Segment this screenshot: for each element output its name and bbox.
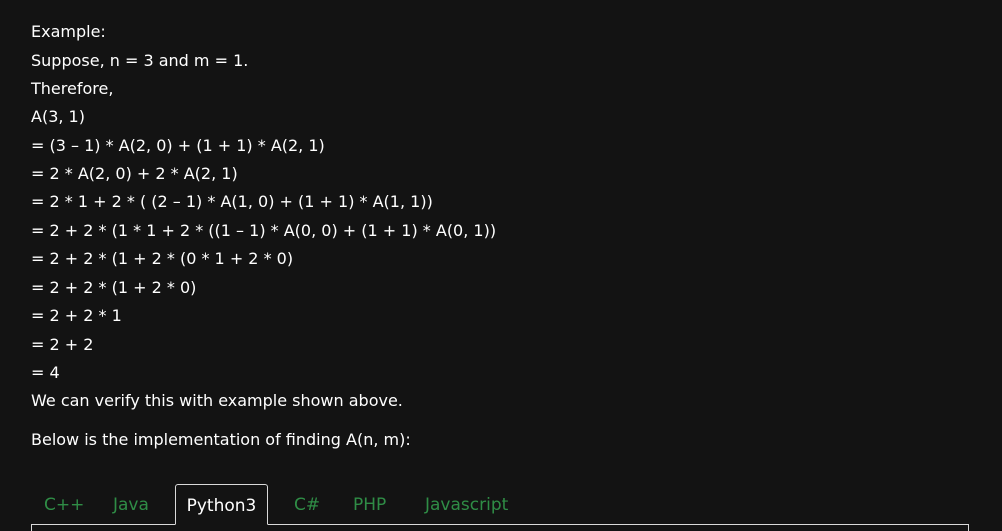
formula-result: = 4 [31,363,60,382]
formula-line: = 2 + 2 [31,335,94,354]
formula-line: = 2 * A(2, 0) + 2 * A(2, 1) [31,164,238,183]
formula-line: = (3 – 1) * A(2, 0) + (1 + 1) * A(2, 1) [31,136,325,155]
formula-line: = 2 * 1 + 2 * ( (2 – 1) * A(1, 0) + (1 +… [31,192,433,211]
code-panel [31,524,969,531]
verification-text: We can verify this with example shown ab… [31,391,403,410]
formula-line: = 2 + 2 * (1 + 2 * (0 * 1 + 2 * 0) [31,249,294,268]
implementation-intro: Below is the implementation of finding A… [31,430,411,449]
tab-csharp[interactable]: C# [294,484,320,524]
formula-line: = 2 + 2 * (1 + 2 * 0) [31,278,197,297]
formula-line: A(3, 1) [31,107,85,126]
example-premise: Suppose, n = 3 and m = 1. [31,51,249,70]
tab-php[interactable]: PHP [353,484,386,524]
text-line: Therefore, [31,79,114,98]
formula-line: = 2 + 2 * 1 [31,306,122,325]
tab-javascript[interactable]: Javascript [425,484,508,524]
formula-line: = 2 + 2 * (1 * 1 + 2 * ((1 – 1) * A(0, 0… [31,221,497,240]
example-heading: Example: [31,22,106,41]
tab-python3[interactable]: Python3 [175,484,268,525]
tab-cpp[interactable]: C++ [44,484,84,524]
tab-java[interactable]: Java [113,484,149,524]
